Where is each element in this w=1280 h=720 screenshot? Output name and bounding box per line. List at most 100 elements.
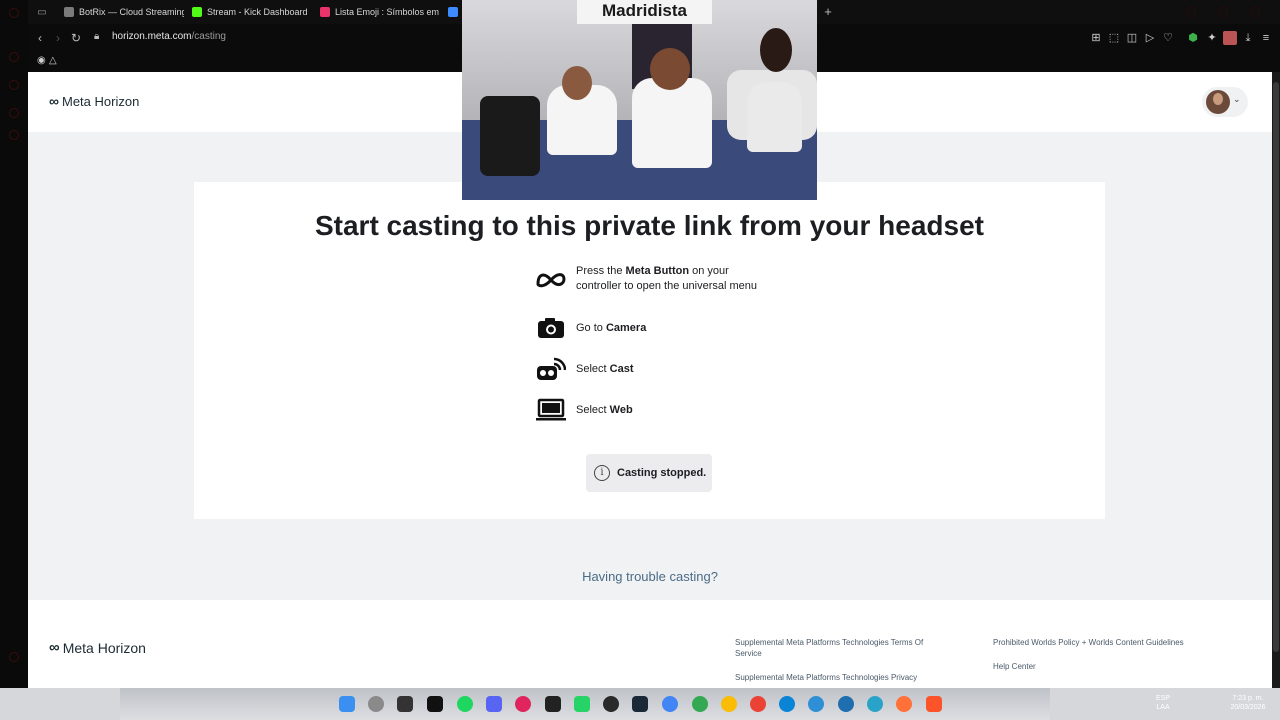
step-text: Go to Camera	[576, 321, 647, 334]
side-dot-icon	[9, 130, 19, 140]
webcam-overlay: Madridista	[462, 0, 817, 200]
heart-icon[interactable]: ♡	[1161, 31, 1175, 45]
steam-icon[interactable]	[632, 696, 648, 712]
casting-card: Start casting to this private link from …	[194, 182, 1105, 519]
status-text: Casting stopped.	[617, 467, 707, 479]
shield-extension-icon[interactable]: ⬢	[1186, 31, 1200, 45]
taskbar: ESP LAA 7:23 p. m. 20/03/2026	[0, 688, 1280, 720]
status-toast: i Casting stopped.	[586, 454, 712, 492]
firefox-icon[interactable]	[896, 696, 912, 712]
active-tab-favicon-icon	[448, 7, 458, 17]
tab-lista-emoji[interactable]: Lista Emoji : Símbolos em	[312, 0, 440, 24]
brave-icon[interactable]	[926, 696, 942, 712]
footer-meta-horizon-logo[interactable]: ∞ Meta Horizon	[49, 639, 146, 656]
discord-icon[interactable]	[486, 696, 502, 712]
reload-icon[interactable]: ↻	[68, 30, 84, 46]
webcam-head	[760, 28, 792, 72]
spotify-icon[interactable]	[457, 696, 473, 712]
webcam-head	[562, 66, 592, 100]
download-icon[interactable]: ⤓	[1241, 31, 1255, 45]
tab-label: Stream - Kick Dashboard	[207, 7, 308, 17]
warning-icon[interactable]: △	[49, 55, 57, 66]
edge-icon[interactable]	[779, 696, 795, 712]
lock-icon[interactable]: 🔒︎	[94, 31, 104, 43]
new-tab-button[interactable]: +	[820, 4, 836, 20]
info-icon: i	[594, 465, 610, 481]
url-path: /casting	[191, 31, 226, 42]
webcam-banner: Madridista	[577, 0, 712, 24]
step-camera: Go to Camera	[534, 314, 646, 342]
page-title: Start casting to this private link from …	[314, 210, 985, 241]
meta-logo-icon: ∞	[49, 639, 60, 656]
eye-icon[interactable]: ◉	[37, 55, 46, 66]
epic-games-icon[interactable]	[545, 696, 561, 712]
edge-icon[interactable]	[808, 696, 824, 712]
obs-icon[interactable]	[603, 696, 619, 712]
left-side-panel	[0, 0, 28, 688]
site-footer: ∞ Meta Horizon Supplemental Meta Platfor…	[28, 600, 1272, 688]
footer-link-privacy[interactable]: Supplemental Meta Platforms Technologies…	[735, 672, 955, 683]
url-domain: horizon.meta.com	[112, 31, 192, 42]
webcam-head	[650, 48, 690, 90]
webcam-bag	[480, 96, 540, 176]
footer-link-help-center[interactable]: Help Center	[993, 661, 1036, 672]
close-icon[interactable]	[1250, 7, 1260, 17]
emoji-favicon-icon	[320, 7, 330, 17]
step-text: Press the Meta Button on your controller …	[576, 265, 757, 292]
menu-icon[interactable]: ≡	[1259, 31, 1273, 45]
edge-icon[interactable]	[867, 696, 883, 712]
back-icon[interactable]: ‹	[32, 30, 48, 46]
side-dot-icon	[9, 52, 19, 62]
account-menu-button[interactable]: ⌄	[1202, 87, 1248, 117]
app-icon[interactable]	[515, 696, 531, 712]
logo-text: Meta Horizon	[62, 639, 146, 656]
chrome-icon[interactable]	[662, 696, 678, 712]
tab-active-casting[interactable]: C	[440, 0, 464, 24]
desktop-screen: ▭ BotRix — Cloud Streaming Stream - Kick…	[0, 0, 1280, 720]
bookmark-icon[interactable]: ⊞	[1089, 31, 1103, 45]
profile-extension-icon[interactable]	[1223, 31, 1237, 45]
pocket-icon[interactable]: ◫	[1125, 31, 1139, 45]
tab-label: Lista Emoji : Símbolos em	[335, 7, 440, 17]
side-dot-icon	[9, 652, 19, 662]
maximize-icon[interactable]	[1218, 7, 1228, 17]
laptop-icon	[534, 396, 568, 424]
tab-botrix[interactable]: BotRix — Cloud Streaming	[56, 0, 184, 24]
page-scrollbar[interactable]	[1272, 72, 1280, 688]
language-indicator[interactable]: ESP LAA	[1156, 694, 1170, 712]
url-field[interactable]: horizon.meta.com/casting	[112, 31, 226, 42]
footer-link-worlds-policy[interactable]: Prohibited Worlds Policy + Worlds Conten…	[993, 637, 1233, 648]
edge-icon[interactable]	[838, 696, 854, 712]
side-dot-icon	[9, 8, 19, 18]
extensions-icon[interactable]: ✦	[1205, 31, 1219, 45]
clock[interactable]: 7:23 p. m. 20/03/2026	[1224, 694, 1272, 712]
footer-link-terms[interactable]: Supplemental Meta Platforms Technologies…	[735, 637, 955, 659]
side-dot-icon	[9, 108, 19, 118]
minimize-icon[interactable]	[1186, 7, 1196, 17]
chrome-icon[interactable]	[692, 696, 708, 712]
play-icon[interactable]: ▷	[1143, 31, 1157, 45]
search-icon[interactable]	[368, 696, 384, 712]
kick-favicon-icon	[192, 7, 202, 17]
chrome-icon[interactable]	[750, 696, 766, 712]
tab-kick-dashboard[interactable]: Stream - Kick Dashboard	[184, 0, 312, 24]
webcam-person	[632, 78, 712, 168]
camera-icon	[534, 314, 568, 342]
webcam-person	[747, 82, 802, 152]
botrix-favicon-icon	[64, 7, 74, 17]
tiktok-icon[interactable]	[427, 696, 443, 712]
meta-logo-icon	[534, 265, 568, 293]
meta-horizon-logo[interactable]: ∞ Meta Horizon	[49, 93, 139, 109]
chrome-icon[interactable]	[721, 696, 737, 712]
scrollbar-thumb[interactable]	[1273, 82, 1279, 652]
trouble-casting-link[interactable]: Having trouble casting?	[28, 569, 1272, 584]
step-text: Select Web	[576, 403, 633, 416]
forward-icon[interactable]: ›	[50, 30, 66, 46]
tab-label: BotRix — Cloud Streaming	[79, 7, 184, 17]
start-icon[interactable]	[339, 696, 355, 712]
apps-icon[interactable]	[397, 696, 413, 712]
tab-list-icon[interactable]: ▭	[28, 0, 56, 24]
window-controls	[1186, 7, 1260, 17]
screenshot-icon[interactable]: ⬚	[1107, 31, 1121, 45]
whatsapp-icon[interactable]	[574, 696, 590, 712]
